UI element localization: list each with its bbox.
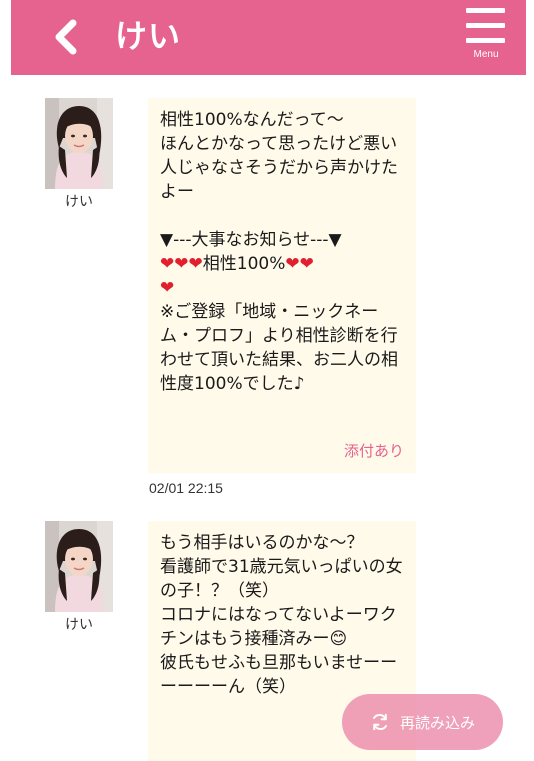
avatar-photo xyxy=(45,521,113,612)
back-button[interactable] xyxy=(45,14,87,60)
attachment-link[interactable]: 添付あり xyxy=(344,440,404,461)
avatar-photo xyxy=(45,98,113,189)
sender-name: けい xyxy=(65,194,93,210)
menu-label: Menu xyxy=(473,49,499,60)
hamburger-icon-bar xyxy=(466,38,505,43)
page-title: けい xyxy=(115,17,182,55)
chevron-left-icon xyxy=(55,19,77,55)
message-text: もう相手はいるのかな〜？ 看護師で31歳元気いっぱいの女の子！？（笑） コロナに… xyxy=(160,533,403,697)
chat-screen: けい Menu けい 相性100%なんだって〜 ほんとかなって思ったけど悪い人じ… xyxy=(0,0,534,761)
message-text: 相性100%なんだって〜 ほんとかなって思ったけど悪い人じゃなさそうだから声かけ… xyxy=(160,110,398,394)
avatar[interactable] xyxy=(45,521,113,612)
hamburger-icon-bar xyxy=(466,23,505,28)
message-timestamp: 02/01 22:15 xyxy=(149,480,223,496)
reload-button[interactable]: 再読み込み xyxy=(342,694,503,750)
message-bubble: 相性100%なんだって〜 ほんとかなって思ったけど悪い人じゃなさそうだから声かけ… xyxy=(148,98,416,473)
sender-name: けい xyxy=(65,617,93,633)
reload-button-label: 再読み込み xyxy=(399,713,475,732)
header-bar: けい Menu xyxy=(11,0,526,75)
menu-button[interactable]: Menu xyxy=(451,4,521,66)
hamburger-icon xyxy=(466,8,505,13)
avatar[interactable] xyxy=(45,98,113,189)
refresh-icon xyxy=(372,713,387,731)
